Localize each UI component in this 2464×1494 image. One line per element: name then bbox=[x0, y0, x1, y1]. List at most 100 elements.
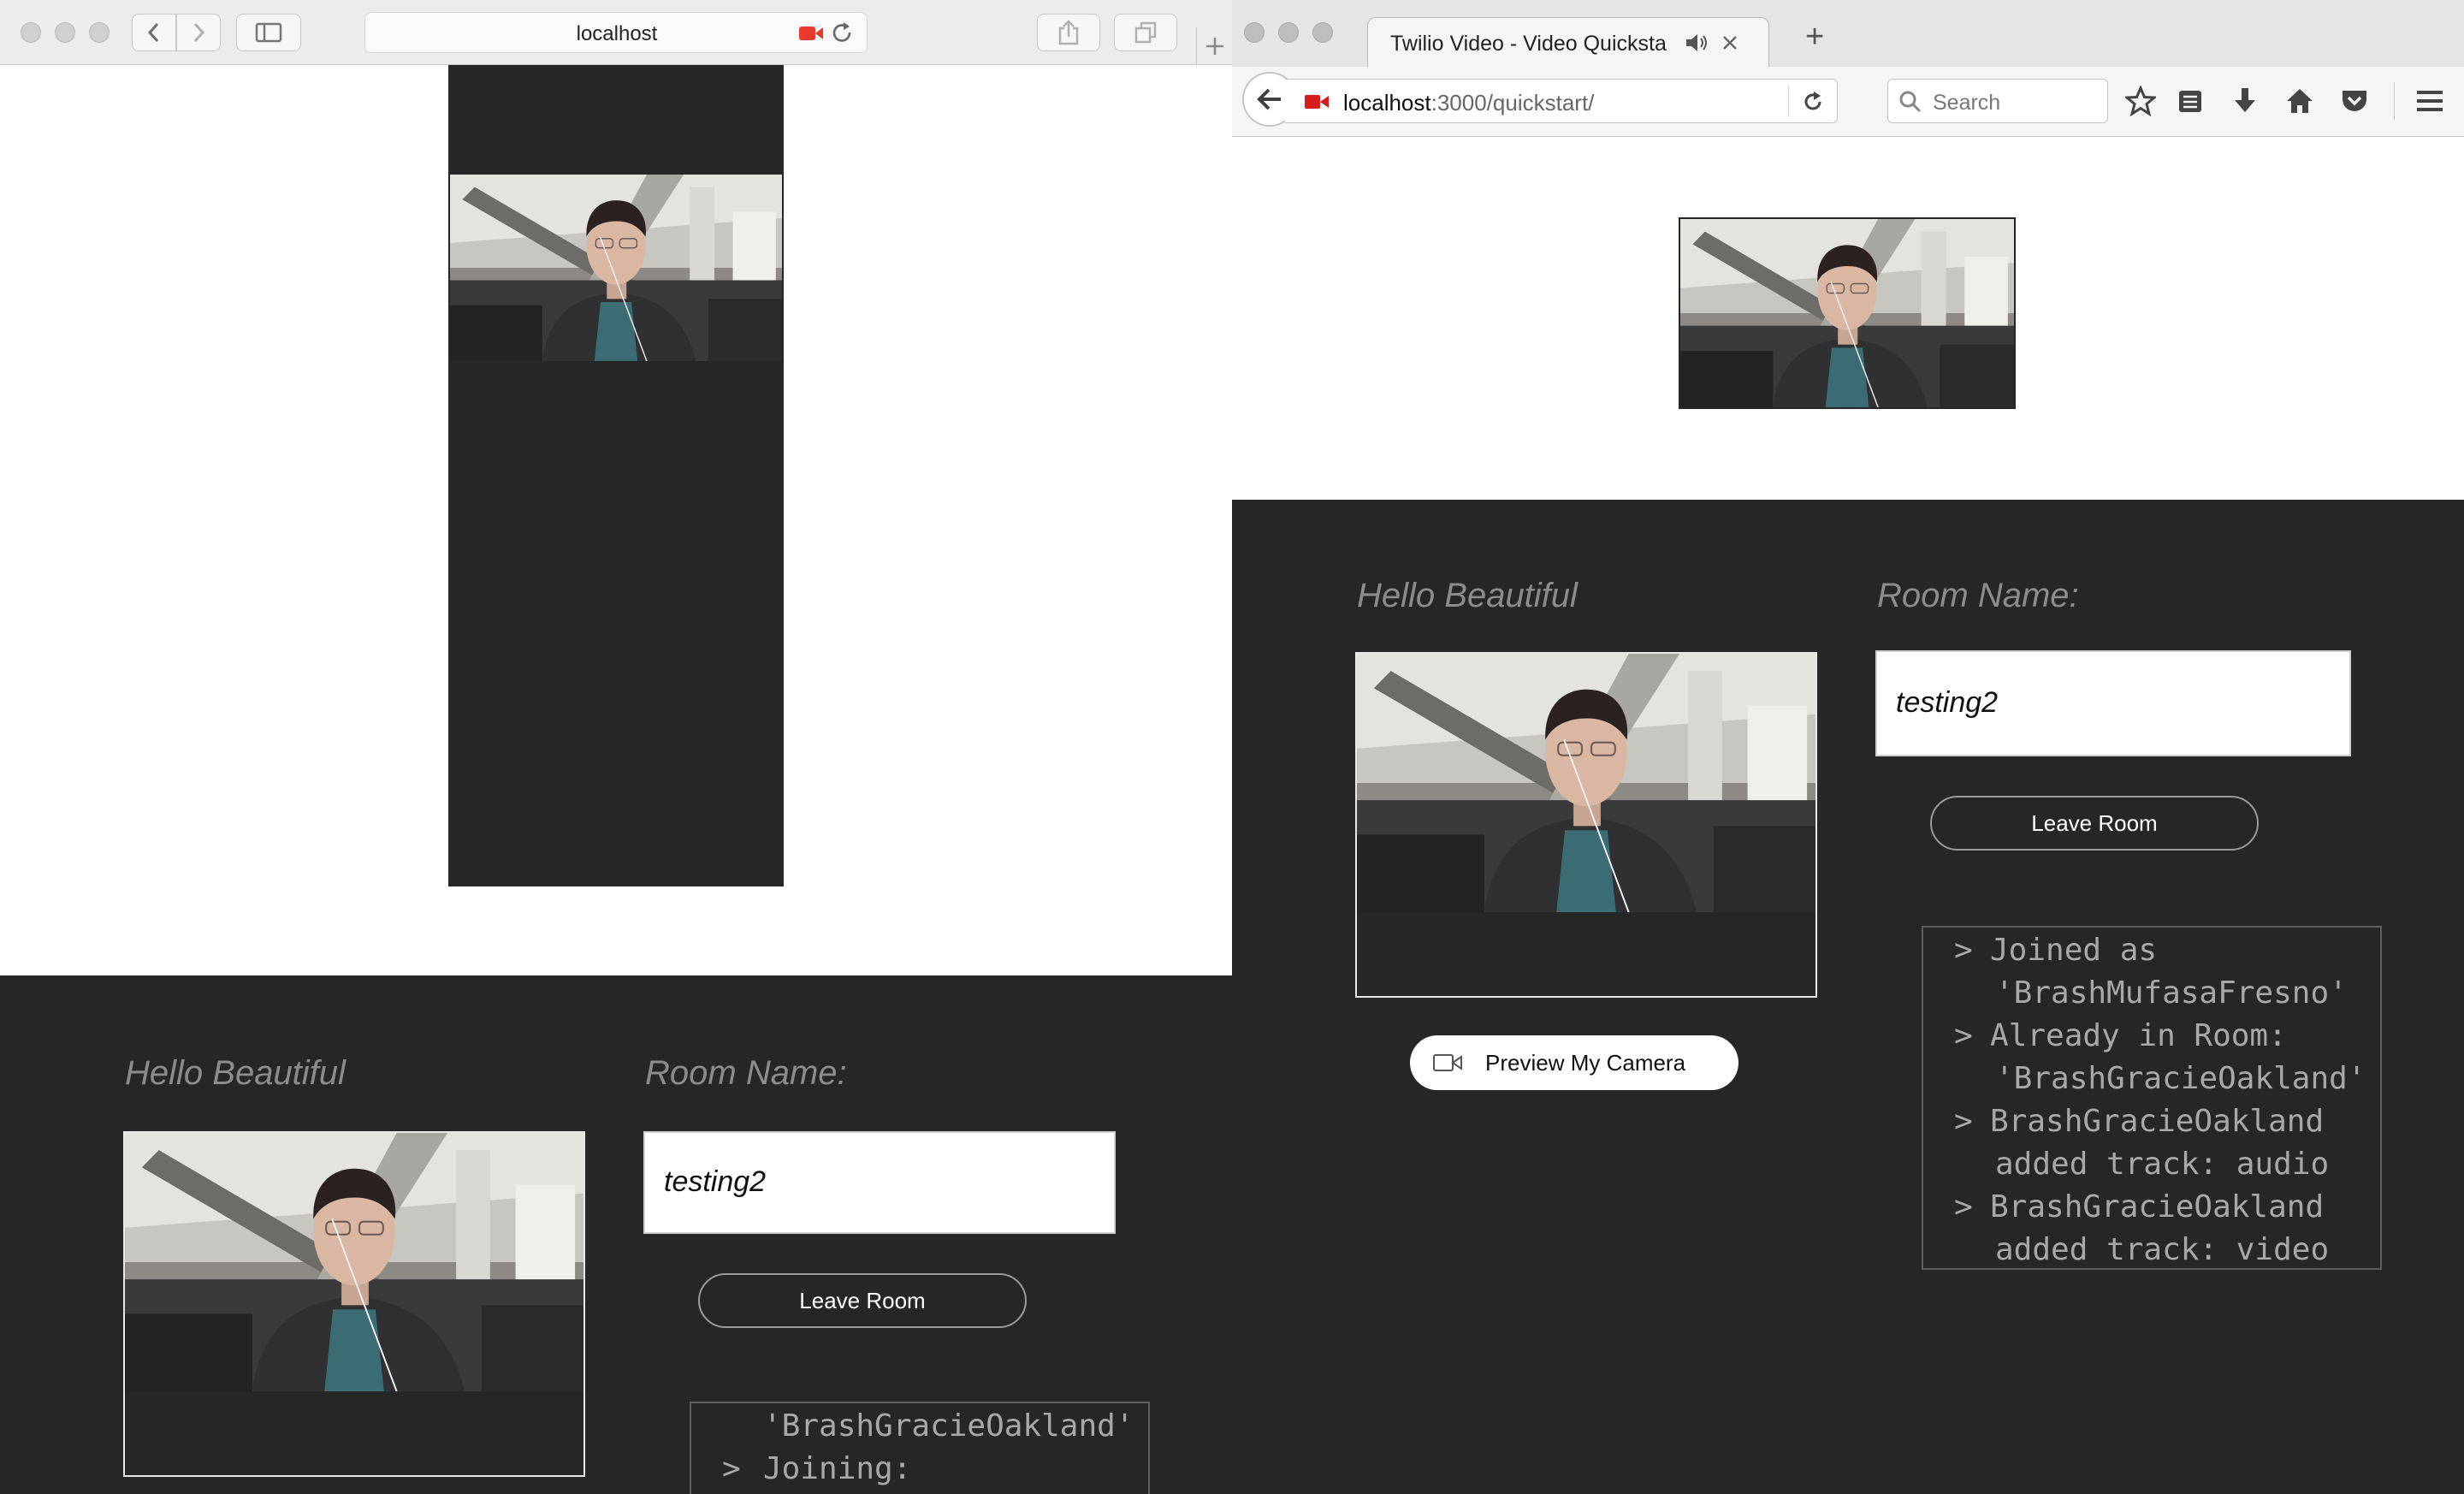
url-bar[interactable]: localhost:3000/quickstart/ bbox=[1285, 79, 1838, 123]
download-icon bbox=[2235, 88, 2255, 112]
log-text: BrashGracieOakland bbox=[1990, 1104, 2325, 1139]
log-prefix: > bbox=[722, 1451, 741, 1486]
back-button[interactable] bbox=[132, 14, 176, 51]
zoom-window-button[interactable] bbox=[1312, 22, 1333, 43]
home-icon bbox=[2287, 89, 2313, 113]
close-window-button[interactable] bbox=[1244, 22, 1265, 43]
menu-button[interactable] bbox=[2411, 82, 2449, 120]
room-name-value: testing2 bbox=[664, 1165, 767, 1198]
speaker-icon[interactable] bbox=[1685, 32, 1710, 54]
log-prefix: > bbox=[1954, 1189, 1973, 1224]
forward-icon bbox=[193, 22, 205, 43]
search-icon bbox=[1899, 91, 1922, 113]
log-text: BrashGracieOakland bbox=[1990, 1189, 2325, 1224]
tab-active[interactable]: Twilio Video - Video Quicksta bbox=[1367, 17, 1769, 68]
leave-room-button[interactable]: Leave Room bbox=[698, 1273, 1027, 1328]
reading-list-button[interactable] bbox=[2171, 82, 2209, 120]
log-prefix: > bbox=[1954, 933, 1973, 968]
log-line: > BrashGracieOakland bbox=[1954, 1104, 2324, 1139]
log-text: Joined as bbox=[1990, 933, 2158, 968]
camera-recording-icon bbox=[799, 27, 823, 40]
forward-button[interactable] bbox=[176, 14, 221, 51]
controls-section: Hello Beautiful Preview My Camera Room N… bbox=[1232, 500, 2464, 1494]
safari-window: localhost Hello Beautiful Room Name: tes… bbox=[0, 0, 1232, 1494]
address-bar[interactable]: localhost bbox=[364, 12, 868, 53]
downloads-button[interactable] bbox=[2226, 82, 2264, 120]
minimize-window-button[interactable] bbox=[55, 22, 75, 43]
star-icon bbox=[2125, 86, 2156, 116]
room-name-value: testing2 bbox=[1896, 686, 1999, 719]
toolbar-divider bbox=[2394, 82, 2395, 120]
log-text: Joining: bbox=[763, 1451, 912, 1486]
url-host: localhost bbox=[1343, 90, 1431, 116]
remote-video-frame bbox=[1679, 217, 2016, 409]
safari-toolbar: localhost bbox=[0, 0, 1232, 65]
log-text: added track: video bbox=[1995, 1232, 2330, 1267]
room-name-label: Room Name: bbox=[645, 1054, 847, 1092]
sidebar-button[interactable] bbox=[236, 14, 301, 51]
new-tab-button[interactable] bbox=[1196, 27, 1232, 65]
url-text: localhost:3000/quickstart/ bbox=[1343, 90, 1594, 116]
local-preview-frame bbox=[123, 1131, 585, 1477]
local-preview-frame bbox=[1355, 652, 1817, 998]
sidebar-icon bbox=[255, 22, 282, 43]
local-video bbox=[1357, 654, 1815, 912]
home-button[interactable] bbox=[2281, 82, 2319, 120]
zoom-window-button[interactable] bbox=[89, 22, 110, 43]
log-text: added track: audio bbox=[1995, 1147, 2330, 1182]
log-line: > Joined as bbox=[1954, 933, 2157, 968]
activity-log: > Joined as 'BrashMufasaFresno' > Already … bbox=[1922, 926, 2382, 1270]
tabs-overview-button[interactable] bbox=[1114, 14, 1177, 51]
url-path: :3000/quickstart/ bbox=[1430, 90, 1595, 116]
room-name-input[interactable]: testing2 bbox=[1875, 650, 2351, 756]
tab-strip: Twilio Video - Video Quicksta + bbox=[1232, 0, 2464, 68]
back-icon bbox=[147, 22, 159, 43]
log-text: 'BrashGracieOakland' bbox=[1995, 1061, 2366, 1096]
preview-camera-button[interactable]: Preview My Camera bbox=[1410, 1035, 1738, 1090]
new-tab-button[interactable]: + bbox=[1805, 19, 1824, 56]
share-button[interactable] bbox=[1037, 14, 1100, 51]
controls-section: Hello Beautiful Room Name: testing2 Leav… bbox=[0, 975, 1232, 1494]
firefox-window: Twilio Video - Video Quicksta + localhos… bbox=[1232, 0, 2464, 1494]
preview-camera-label: Preview My Camera bbox=[1485, 1050, 1686, 1076]
search-placeholder: Search bbox=[1933, 91, 2001, 115]
share-icon bbox=[1058, 20, 1079, 45]
remote-participant-panel bbox=[448, 65, 784, 886]
reload-icon[interactable] bbox=[831, 21, 855, 45]
pocket-button[interactable] bbox=[2336, 82, 2373, 120]
reading-list-icon bbox=[2179, 91, 2201, 112]
log-line: > BrashGracieOakland bbox=[1954, 1189, 2324, 1224]
log-line: > Joining: bbox=[722, 1451, 911, 1486]
local-preview-heading: Hello Beautiful bbox=[1357, 577, 1578, 614]
pocket-icon bbox=[2343, 91, 2366, 111]
local-preview-heading: Hello Beautiful bbox=[125, 1054, 346, 1092]
url-divider bbox=[1788, 86, 1789, 117]
camera-recording-icon bbox=[1305, 95, 1329, 109]
remote-video bbox=[1680, 219, 2014, 407]
log-line: > Already in Room: bbox=[1954, 1018, 2287, 1053]
video-camera-icon bbox=[1433, 1054, 1462, 1071]
new-tab-icon bbox=[1205, 38, 1223, 55]
log-text: Already in Room: bbox=[1990, 1018, 2287, 1053]
remote-video bbox=[450, 175, 782, 361]
tabs-icon bbox=[1134, 21, 1157, 44]
log-prefix: > bbox=[1954, 1104, 1973, 1139]
leave-room-button[interactable]: Leave Room bbox=[1930, 796, 2259, 851]
room-name-input[interactable]: testing2 bbox=[643, 1131, 1116, 1234]
activity-log: 'BrashGracieOakland' > Joining: bbox=[690, 1402, 1150, 1494]
search-bar[interactable]: Search bbox=[1887, 79, 2108, 123]
log-text: 'BrashGracieOakland' bbox=[763, 1408, 1134, 1444]
log-text: 'BrashMufasaFresno' bbox=[1995, 975, 2348, 1011]
tab-title: Twilio Video - Video Quicksta bbox=[1390, 32, 1667, 56]
close-window-button[interactable] bbox=[21, 22, 41, 43]
minimize-window-button[interactable] bbox=[1278, 22, 1299, 43]
menu-icon bbox=[2417, 91, 2443, 111]
reload-icon[interactable] bbox=[1802, 91, 1824, 113]
room-name-label: Room Name: bbox=[1877, 577, 2079, 614]
back-icon bbox=[1257, 88, 1281, 110]
local-video bbox=[125, 1133, 583, 1391]
bookmark-star-button[interactable] bbox=[2122, 82, 2159, 120]
nav-bar: localhost:3000/quickstart/ Search bbox=[1232, 67, 2464, 137]
close-icon[interactable] bbox=[1722, 35, 1738, 50]
log-prefix: > bbox=[1954, 1018, 1973, 1053]
